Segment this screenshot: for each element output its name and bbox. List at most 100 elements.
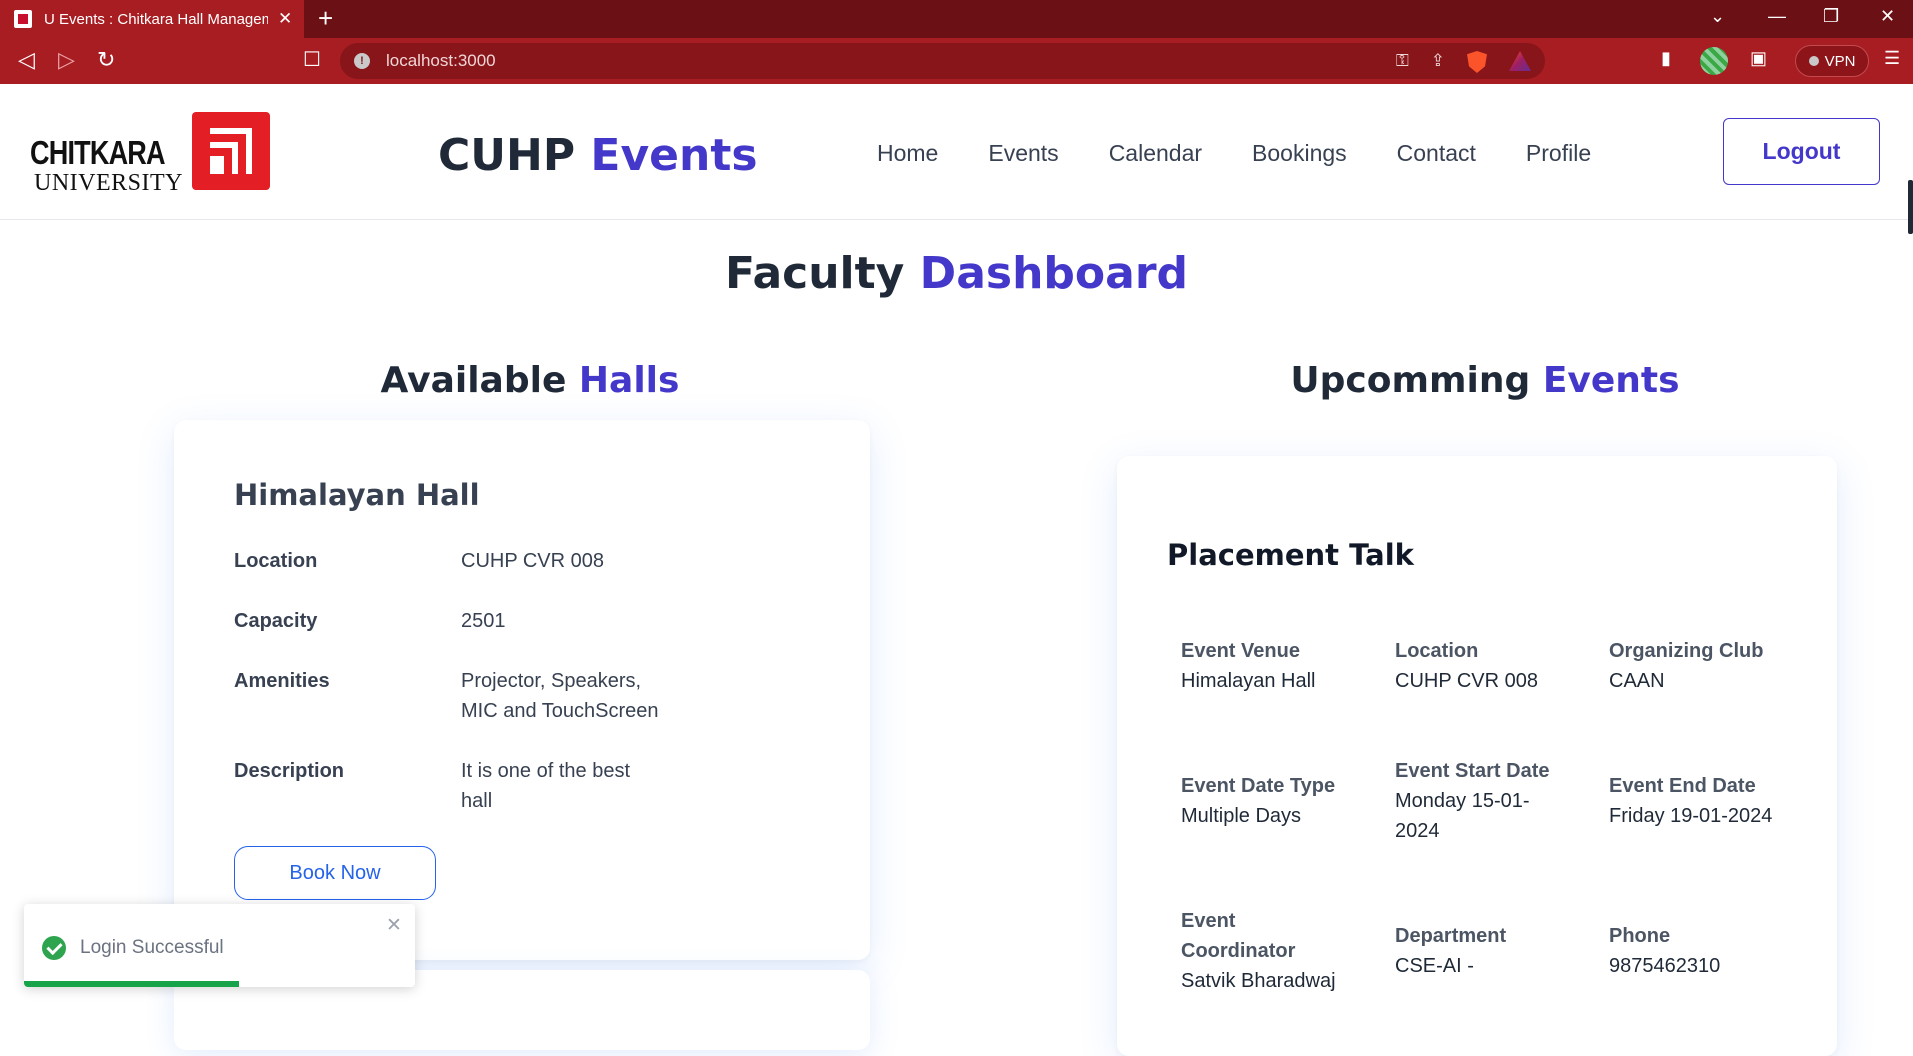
halls-title-accent: Halls bbox=[578, 360, 680, 401]
event-date-type-label: Event Date Type bbox=[1181, 775, 1336, 797]
event-phone-field: Phone 9875462310 bbox=[1609, 921, 1809, 981]
nav-contact[interactable]: Contact bbox=[1397, 140, 1476, 167]
tab-search-chevron-icon[interactable]: ⌄ bbox=[1710, 6, 1725, 27]
site-info-icon[interactable]: ! bbox=[354, 53, 370, 69]
halls-title-primary: Available bbox=[380, 360, 567, 401]
browser-tab-strip: U Events : Chitkara Hall Managem ✕ + ⌄ —… bbox=[0, 0, 1913, 38]
vpn-label: VPN bbox=[1824, 52, 1856, 70]
toast-progress-bar bbox=[24, 981, 240, 987]
events-section-title: Upcomming Events bbox=[1117, 360, 1853, 401]
event-start-date-label: Event Start Date bbox=[1395, 760, 1550, 782]
hall-capacity-value: 2501 bbox=[461, 610, 506, 632]
page-title-primary: Faculty bbox=[724, 248, 905, 299]
minimize-icon[interactable]: — bbox=[1768, 6, 1786, 27]
brave-shields-icon[interactable] bbox=[1467, 51, 1487, 73]
toast-close-icon[interactable]: ✕ bbox=[386, 914, 402, 937]
bookmark-icon[interactable]: ☐ bbox=[303, 47, 321, 72]
logo-text-chitkara: CHITKARA bbox=[30, 134, 166, 171]
events-title-primary: Upcomming bbox=[1290, 360, 1531, 401]
logo-text-university: UNIVERSITY bbox=[34, 170, 183, 196]
back-icon[interactable]: ◁ bbox=[18, 47, 35, 73]
event-start-date-value: Monday 15-01-2024 bbox=[1395, 790, 1530, 842]
event-venue-value: Himalayan Hall bbox=[1181, 670, 1316, 692]
event-coordinator-field: Event Coordinator Satvik Bharadwaj bbox=[1181, 906, 1341, 996]
address-bar-actions: ⚿ ⇪ bbox=[1396, 51, 1531, 73]
brand-title: CUHP Events bbox=[438, 130, 758, 181]
brand-primary: CUHP bbox=[438, 130, 576, 181]
event-phone-label: Phone bbox=[1609, 925, 1671, 947]
page-title: Faculty Dashboard bbox=[0, 248, 1913, 299]
event-location-field: Location CUHP CVR 008 bbox=[1395, 636, 1595, 696]
vpn-button[interactable]: VPN bbox=[1795, 45, 1869, 77]
event-club-label: Organizing Club bbox=[1609, 640, 1764, 662]
hall-name: Himalayan Hall bbox=[234, 478, 480, 512]
page-title-accent: Dashboard bbox=[919, 248, 1189, 299]
event-end-date-value: Friday 19-01-2024 bbox=[1609, 805, 1773, 827]
event-start-date-field: Event Start Date Monday 15-01-2024 bbox=[1395, 756, 1555, 846]
restore-icon[interactable]: ❐ bbox=[1823, 6, 1839, 27]
menu-icon[interactable]: ☰ bbox=[1884, 48, 1900, 69]
event-club-value: CAAN bbox=[1609, 670, 1665, 692]
nav-home[interactable]: Home bbox=[877, 140, 938, 167]
brave-rewards-icon[interactable] bbox=[1509, 51, 1531, 71]
login-toast: Login Successful ✕ bbox=[24, 904, 415, 987]
main-nav: Home Events Calendar Bookings Contact Pr… bbox=[877, 140, 1591, 167]
sidebar-toggle-icon[interactable]: ▮ bbox=[1661, 48, 1671, 69]
logout-button[interactable]: Logout bbox=[1723, 118, 1880, 185]
reload-icon[interactable]: ↻ bbox=[97, 47, 115, 73]
browser-tab[interactable]: U Events : Chitkara Hall Managem ✕ bbox=[0, 0, 304, 38]
forward-icon[interactable]: ▷ bbox=[58, 47, 75, 73]
site-header: CHITKARA UNIVERSITY CUHP Events Home Eve… bbox=[0, 84, 1913, 220]
hall-description-value: It is one of the best hall bbox=[461, 760, 630, 812]
event-date-type-field: Event Date Type Multiple Days bbox=[1181, 771, 1381, 831]
halls-section-title: Available Halls bbox=[174, 360, 886, 401]
event-department-label: Department bbox=[1395, 925, 1507, 947]
browser-toolbar: ◁ ▷ ↻ ☐ ! localhost:3000 ⚿ ⇪ ▮ ▣ VPN ☰ bbox=[0, 38, 1913, 84]
hall-amenities-value: Projector, Speakers, MIC and TouchScreen bbox=[461, 670, 659, 722]
brand-accent: Events bbox=[590, 130, 758, 181]
toast-message: Login Successful bbox=[80, 937, 224, 958]
tab-title: U Events : Chitkara Hall Managem bbox=[44, 10, 268, 28]
share-icon[interactable]: ⇪ bbox=[1431, 51, 1445, 73]
success-check-icon bbox=[42, 936, 66, 960]
event-club-field: Organizing Club CAAN bbox=[1609, 636, 1809, 696]
event-coordinator-value: Satvik Bharadwaj bbox=[1181, 970, 1336, 992]
hall-card: Himalayan Hall Location CUHP CVR 008 Cap… bbox=[174, 420, 870, 960]
event-venue-field: Event Venue Himalayan Hall bbox=[1181, 636, 1381, 696]
event-department-field: Department CSE-AI - bbox=[1395, 921, 1595, 981]
event-title: Placement Talk bbox=[1167, 538, 1414, 572]
event-end-date-field: Event End Date Friday 19-01-2024 bbox=[1609, 771, 1809, 831]
chitkara-logo[interactable]: CHITKARA UNIVERSITY bbox=[30, 112, 270, 196]
book-now-button[interactable]: Book Now bbox=[234, 846, 436, 900]
key-icon[interactable]: ⚿ bbox=[1396, 51, 1409, 73]
event-department-value: CSE-AI - bbox=[1395, 955, 1474, 977]
hall-amenities-label: Amenities bbox=[234, 670, 330, 692]
logo-mark-icon bbox=[192, 112, 270, 190]
hall-description-label: Description bbox=[234, 760, 345, 782]
profile-avatar-icon[interactable] bbox=[1700, 47, 1728, 75]
nav-calendar[interactable]: Calendar bbox=[1109, 140, 1202, 167]
event-end-date-label: Event End Date bbox=[1609, 775, 1756, 797]
nav-bookings[interactable]: Bookings bbox=[1252, 140, 1347, 167]
event-venue-label: Event Venue bbox=[1181, 640, 1300, 662]
event-phone-value: 9875462310 bbox=[1609, 955, 1721, 977]
nav-events[interactable]: Events bbox=[988, 140, 1058, 167]
hall-location-value: CUHP CVR 008 bbox=[461, 550, 605, 572]
window-close-icon[interactable]: ✕ bbox=[1880, 6, 1895, 27]
events-title-accent: Events bbox=[1542, 360, 1680, 401]
event-card: Placement Talk Event Venue Himalayan Hal… bbox=[1117, 456, 1837, 1056]
hall-capacity-label: Capacity bbox=[234, 610, 318, 632]
event-location-value: CUHP CVR 008 bbox=[1395, 670, 1539, 692]
url-text: localhost:3000 bbox=[386, 51, 496, 70]
address-bar[interactable]: ! localhost:3000 ⚿ ⇪ bbox=[340, 43, 1545, 79]
wallet-icon[interactable]: ▣ bbox=[1750, 48, 1767, 69]
event-date-type-value: Multiple Days bbox=[1181, 805, 1302, 827]
event-location-label: Location bbox=[1395, 640, 1479, 662]
hall-location-label: Location bbox=[234, 550, 318, 572]
page-scrollbar[interactable] bbox=[1908, 180, 1913, 234]
close-tab-icon[interactable]: ✕ bbox=[278, 9, 292, 29]
new-tab-icon[interactable]: + bbox=[318, 5, 333, 31]
vpn-status-icon bbox=[1808, 56, 1819, 66]
nav-profile[interactable]: Profile bbox=[1526, 140, 1591, 167]
event-coordinator-label: Event Coordinator bbox=[1181, 910, 1296, 962]
